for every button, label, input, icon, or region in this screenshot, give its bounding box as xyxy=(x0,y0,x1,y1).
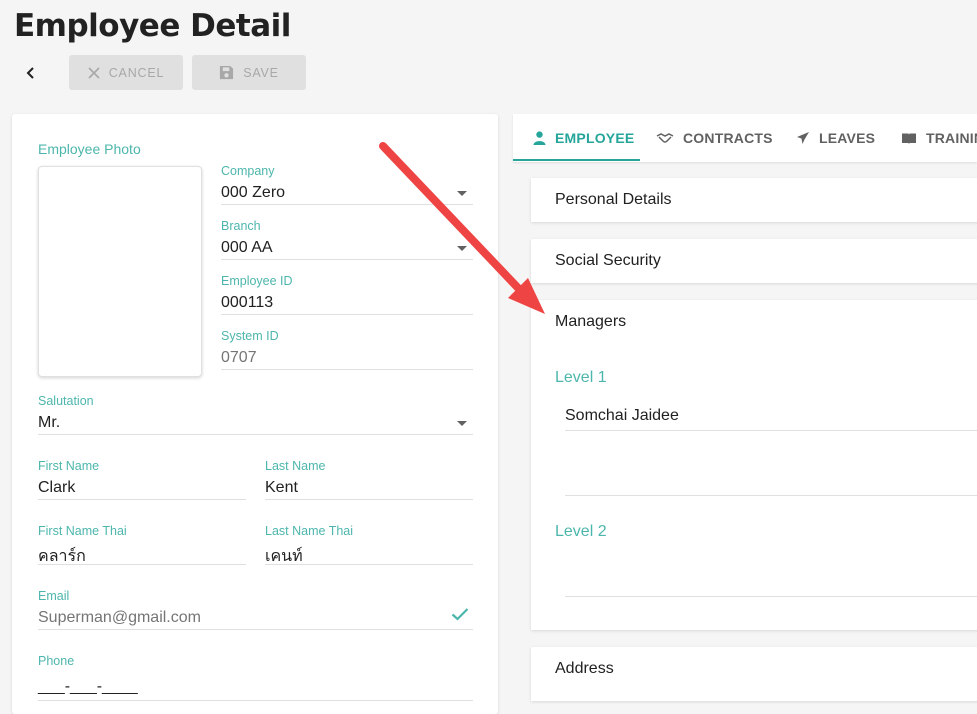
salutation-label: Salutation xyxy=(38,394,94,408)
save-button[interactable]: SAVE xyxy=(192,55,306,90)
first-name-thai-field[interactable]: First Name Thai คลาร์ก xyxy=(38,524,246,568)
first-name-label: First Name xyxy=(38,459,100,473)
employee-photo-label: Employee Photo xyxy=(38,141,141,157)
last-name-value: Kent xyxy=(265,479,298,496)
close-icon xyxy=(88,66,100,79)
cancel-button[interactable]: CANCEL xyxy=(69,55,183,90)
level-1-divider xyxy=(565,430,977,431)
employee-form-card: Employee Photo Company 000 Zero Branch 0… xyxy=(12,114,498,714)
employee-id-underline xyxy=(221,314,473,315)
level-1-underline xyxy=(565,495,977,496)
tab-employee[interactable]: EMPLOYEE xyxy=(533,114,634,162)
email-value: Superman@gmail.com xyxy=(38,609,201,626)
email-label: Email xyxy=(38,589,70,603)
employee-id-value: 000113 xyxy=(221,294,274,311)
salutation-value: Mr. xyxy=(38,414,61,431)
system-id-underline xyxy=(221,369,473,370)
first-name-field[interactable]: First Name Clark xyxy=(38,459,246,503)
last-name-thai-underline xyxy=(265,564,473,565)
salutation-select[interactable]: Salutation Mr. xyxy=(38,394,473,438)
employee-photo-upload[interactable] xyxy=(38,166,202,377)
tab-training[interactable]: TRAININ xyxy=(901,114,977,162)
tab-leaves-label: LEAVES xyxy=(819,130,876,146)
dropdown-caret-icon xyxy=(457,246,467,251)
system-id-field: System ID 0707 xyxy=(221,329,473,373)
last-name-thai-label: Last Name Thai xyxy=(265,524,354,538)
book-icon xyxy=(902,133,916,144)
tab-employee-label: EMPLOYEE xyxy=(555,130,635,146)
employee-id-field[interactable]: Employee ID 000113 xyxy=(221,274,473,318)
handshake-icon xyxy=(656,133,674,143)
back-button[interactable] xyxy=(18,58,44,88)
last-name-thai-value: เคนท์ xyxy=(265,548,303,565)
save-button-label: SAVE xyxy=(243,65,279,80)
tab-contracts[interactable]: CONTRACTS xyxy=(656,114,773,162)
tab-bar: EMPLOYEE CONTRACTS LEAVES TRAININ xyxy=(513,114,977,162)
last-name-underline xyxy=(265,499,473,500)
social-security-panel[interactable]: Social Security xyxy=(531,239,977,283)
level-1-manager-value[interactable]: Somchai Jaidee xyxy=(565,407,679,425)
managers-panel: Managers Level 1 Somchai Jaidee Level 2 xyxy=(531,300,977,630)
system-id-value: 0707 xyxy=(221,349,257,366)
personal-details-panel[interactable]: Personal Details xyxy=(531,178,977,222)
last-name-thai-field[interactable]: Last Name Thai เคนท์ xyxy=(265,524,473,568)
branch-underline xyxy=(221,259,473,260)
first-name-thai-underline xyxy=(38,564,246,565)
check-icon xyxy=(451,608,469,621)
page-title: Employee Detail xyxy=(14,8,291,44)
tab-training-label: TRAININ xyxy=(926,130,977,146)
dropdown-caret-icon xyxy=(457,191,467,196)
address-panel[interactable]: Address xyxy=(531,647,977,701)
personal-details-title: Personal Details xyxy=(555,191,672,208)
level-2-label: Level 2 xyxy=(555,523,607,540)
person-icon xyxy=(533,131,546,145)
dropdown-caret-icon xyxy=(457,421,467,426)
company-underline xyxy=(221,204,473,205)
email-underline xyxy=(38,629,473,630)
first-name-underline xyxy=(38,499,246,500)
last-name-field[interactable]: Last Name Kent xyxy=(265,459,473,503)
level-1-label: Level 1 xyxy=(555,369,607,386)
phone-label: Phone xyxy=(38,654,75,668)
branch-select[interactable]: Branch 000 AA xyxy=(221,219,473,263)
phone-field[interactable]: Phone ___-___-____ xyxy=(38,654,473,704)
employee-id-label: Employee ID xyxy=(221,274,293,288)
tab-leaves[interactable]: LEAVES xyxy=(796,114,875,162)
company-value: 000 Zero xyxy=(221,184,286,201)
save-icon xyxy=(220,65,234,80)
company-label: Company xyxy=(221,164,275,178)
tab-contracts-label: CONTRACTS xyxy=(683,130,773,146)
managers-title[interactable]: Managers xyxy=(555,313,626,331)
first-name-thai-value: คลาร์ก xyxy=(38,548,86,565)
social-security-title: Social Security xyxy=(555,252,661,269)
system-id-label: System ID xyxy=(221,329,279,343)
address-title: Address xyxy=(555,660,614,677)
first-name-thai-label: First Name Thai xyxy=(38,524,127,538)
chevron-left-icon xyxy=(26,67,34,79)
salutation-underline xyxy=(38,434,473,435)
last-name-label: Last Name xyxy=(265,459,326,473)
branch-value: 000 AA xyxy=(221,239,273,256)
first-name-value: Clark xyxy=(38,479,76,496)
cancel-button-label: CANCEL xyxy=(108,65,165,80)
phone-value: ___-___-____ xyxy=(38,678,138,695)
level-2-underline xyxy=(565,596,977,597)
email-field[interactable]: Email Superman@gmail.com xyxy=(38,589,473,633)
company-select[interactable]: Company 000 Zero xyxy=(221,164,473,208)
airplane-icon xyxy=(797,132,809,144)
active-tab-indicator xyxy=(513,159,640,161)
branch-label: Branch xyxy=(221,219,261,233)
